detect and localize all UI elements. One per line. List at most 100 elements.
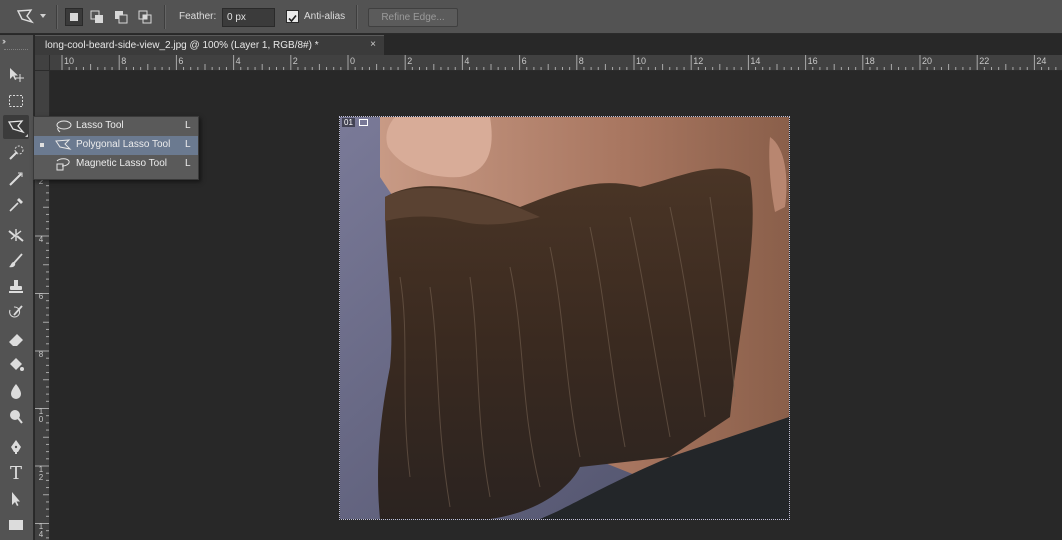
feather-input[interactable]: 0 px: [222, 8, 275, 27]
collapse-panel-button[interactable]: ››: [2, 36, 6, 46]
dodge-icon: [10, 410, 23, 424]
ruler-tick-label: 4: [464, 56, 470, 66]
flyout-item-shortcut: L: [185, 158, 191, 169]
feather-label: Feather:: [179, 11, 217, 22]
move-tool[interactable]: [3, 63, 29, 87]
clone-stamp-tool[interactable]: [3, 275, 29, 299]
flyout-item-shortcut: L: [185, 120, 191, 131]
eraser-tool[interactable]: [3, 327, 29, 351]
ruler-tick-label: 12: [693, 56, 704, 66]
path-selection-tool[interactable]: [3, 487, 29, 511]
ruler-tick-label: 6: [521, 56, 527, 66]
lasso-icon: [56, 120, 72, 133]
ruler-tick-label: 0: [350, 56, 356, 66]
ruler-tick-label: 18: [864, 56, 875, 66]
document-image[interactable]: 01: [339, 116, 790, 520]
tools-panel: ›› T: [0, 35, 34, 540]
history-brush-tool[interactable]: [3, 301, 29, 325]
blur-tool[interactable]: [3, 379, 29, 403]
beard-photo: [340, 117, 789, 519]
dodge-tool[interactable]: [3, 405, 29, 429]
ruler-tick-label: 6: [38, 292, 44, 301]
flyout-item-label: Magnetic Lasso Tool: [76, 158, 167, 169]
brush-tool[interactable]: [3, 249, 29, 273]
document-tab-title: long-cool-beard-side-view_2.jpg @ 100% (…: [45, 40, 319, 51]
subtract-from-selection-button[interactable]: [112, 8, 130, 26]
subtract-selection-icon: [115, 11, 128, 24]
ruler-tick-label: 14: [750, 56, 761, 66]
blur-icon: [11, 384, 21, 399]
intersect-selection-icon: [138, 10, 152, 24]
ruler-tick-label: 8: [578, 56, 584, 66]
path-select-icon: [12, 492, 20, 506]
rectangular-marquee-tool[interactable]: [3, 89, 29, 113]
bucket-icon: [10, 358, 24, 371]
flyout-item-label: Polygonal Lasso Tool: [76, 139, 171, 150]
add-selection-icon: [90, 10, 103, 23]
add-to-selection-button[interactable]: [88, 8, 106, 26]
ruler-tick-label: 24: [1036, 56, 1047, 66]
horizontal-ruler[interactable]: 10 8 6 4 2 0 2 4 6 8 10 12 14 16 18 20 22 24: [50, 55, 1062, 71]
separator: [356, 5, 358, 29]
selected-bullet-icon: [40, 143, 44, 147]
ruler-tick-label: 22: [979, 56, 990, 66]
polygonal-lasso-icon: [16, 9, 35, 24]
brush-icon: [9, 253, 23, 268]
ruler-origin[interactable]: [35, 55, 50, 71]
healing-brush-tool[interactable]: [3, 223, 29, 247]
flyout-item-polygonal-lasso-tool[interactable]: Polygonal Lasso Tool L: [34, 136, 198, 155]
quick-selection-tool[interactable]: [3, 141, 29, 165]
new-selection-button[interactable]: [65, 8, 83, 26]
lasso-tools-flyout: Lasso Tool L Polygonal Lasso Tool L Magn…: [33, 116, 199, 180]
ruler-ticks: [61, 55, 1057, 70]
ruler-tick-label: 8: [38, 349, 44, 359]
ruler-tick-label: 20: [922, 56, 933, 66]
refine-edge-button[interactable]: Refine Edge...: [368, 8, 458, 27]
ruler-tick-label: 14: [38, 522, 44, 539]
checkmark-icon: [288, 14, 297, 23]
ruler-tick-label: 2: [292, 56, 298, 66]
ruler-tick-label: 12: [38, 464, 44, 482]
tool-preset-picker[interactable]: [14, 6, 36, 28]
polygonal-lasso-icon: [55, 139, 72, 150]
separator: [164, 5, 166, 29]
paint-bucket-tool[interactable]: [3, 353, 29, 377]
ruler-tick-label: 16: [807, 56, 818, 66]
ruler-tick-label: 10: [636, 56, 647, 66]
type-tool[interactable]: T: [3, 461, 29, 485]
flyout-item-magnetic-lasso-tool[interactable]: Magnetic Lasso Tool L: [34, 155, 198, 174]
move-icon: [10, 68, 24, 82]
new-selection-icon: [70, 13, 78, 21]
eyedropper-icon: [9, 198, 23, 212]
anti-alias-checkbox[interactable]: [286, 10, 299, 23]
layer-badge: 01: [342, 118, 355, 127]
separator: [56, 5, 58, 29]
rectangle-tool[interactable]: [3, 513, 29, 537]
anti-alias-label: Anti-alias: [304, 11, 346, 22]
rectangle-icon: [9, 520, 23, 530]
panel-grip[interactable]: [4, 49, 28, 52]
polygonal-lasso-icon: [7, 120, 25, 134]
type-icon: T: [9, 462, 22, 484]
crop-tool[interactable]: [3, 167, 29, 191]
ruler-tick-label: 6: [178, 56, 184, 66]
flyout-item-shortcut: L: [185, 139, 191, 150]
ruler-tick-label: 10: [38, 407, 44, 424]
ruler-tick-label: 10: [64, 56, 75, 66]
close-icon[interactable]: ×: [370, 39, 376, 50]
eyedropper-tool[interactable]: [3, 193, 29, 217]
healing-icon: [8, 229, 24, 242]
ruler-tick-label: 8: [121, 56, 127, 66]
eraser-icon: [9, 334, 23, 346]
chevron-down-icon[interactable]: [40, 14, 46, 18]
ruler-tick-label: 4: [235, 56, 241, 66]
pen-tool[interactable]: [3, 435, 29, 459]
flyout-item-label: Lasso Tool: [76, 120, 124, 131]
intersect-selection-button[interactable]: [136, 8, 154, 26]
marquee-icon: [9, 95, 23, 107]
history-brush-icon: [9, 305, 23, 318]
pen-icon: [11, 440, 21, 454]
document-tab[interactable]: long-cool-beard-side-view_2.jpg @ 100% (…: [35, 35, 384, 55]
polygonal-lasso-tool[interactable]: [3, 115, 29, 139]
flyout-item-lasso-tool[interactable]: Lasso Tool L: [34, 117, 198, 136]
